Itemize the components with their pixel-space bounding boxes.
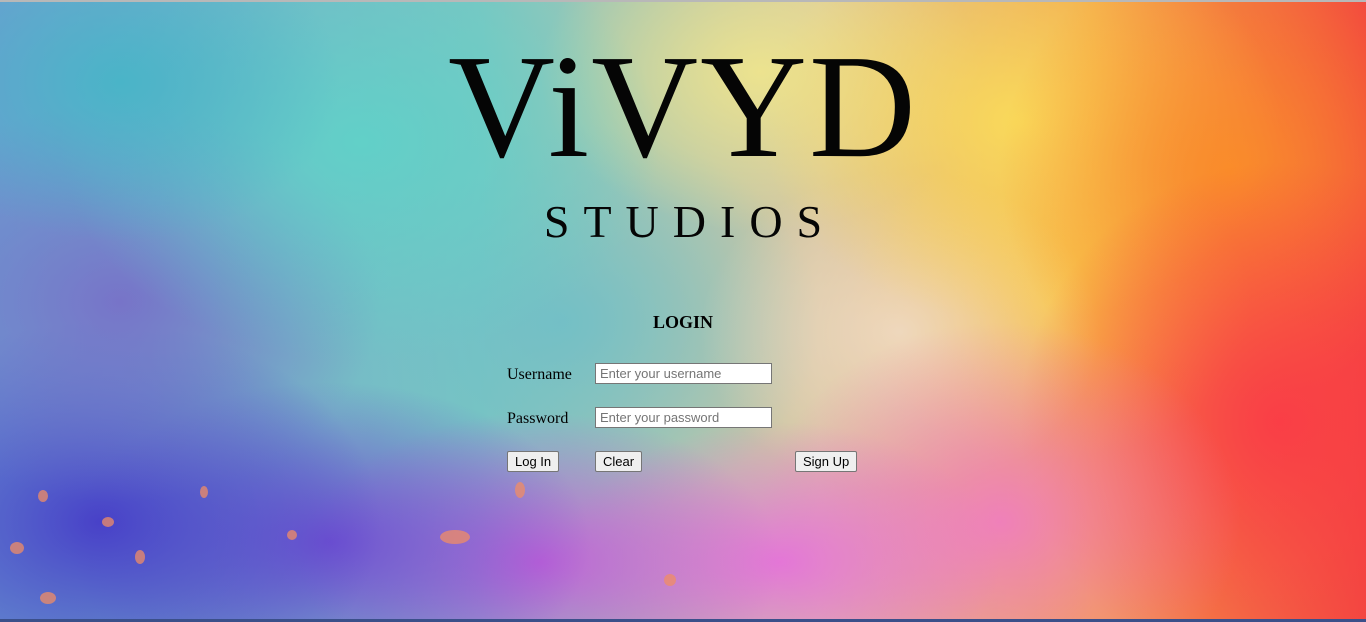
paint-splatter — [200, 486, 208, 498]
login-heading: LOGIN — [652, 312, 713, 332]
username-label: Username — [507, 366, 572, 383]
paint-splatter — [664, 574, 676, 586]
paint-splatter — [515, 482, 525, 498]
password-input[interactable] — [595, 407, 772, 428]
paint-splatter — [40, 592, 56, 604]
signup-button[interactable]: Sign Up — [795, 451, 858, 472]
paint-splatter — [10, 542, 24, 554]
brand-title: ViVYD — [448, 25, 918, 189]
login-button[interactable]: Log In — [507, 451, 560, 472]
paint-splatter — [135, 550, 145, 564]
clear-button[interactable]: Clear — [595, 451, 643, 472]
username-input[interactable] — [595, 363, 772, 384]
paint-splatter — [287, 530, 297, 540]
password-label: Password — [507, 410, 569, 427]
brand-subtitle: STUDIOS — [543, 196, 837, 247]
paint-splatter — [38, 490, 48, 502]
paint-splatter — [102, 517, 114, 527]
paint-splatter — [440, 530, 470, 544]
